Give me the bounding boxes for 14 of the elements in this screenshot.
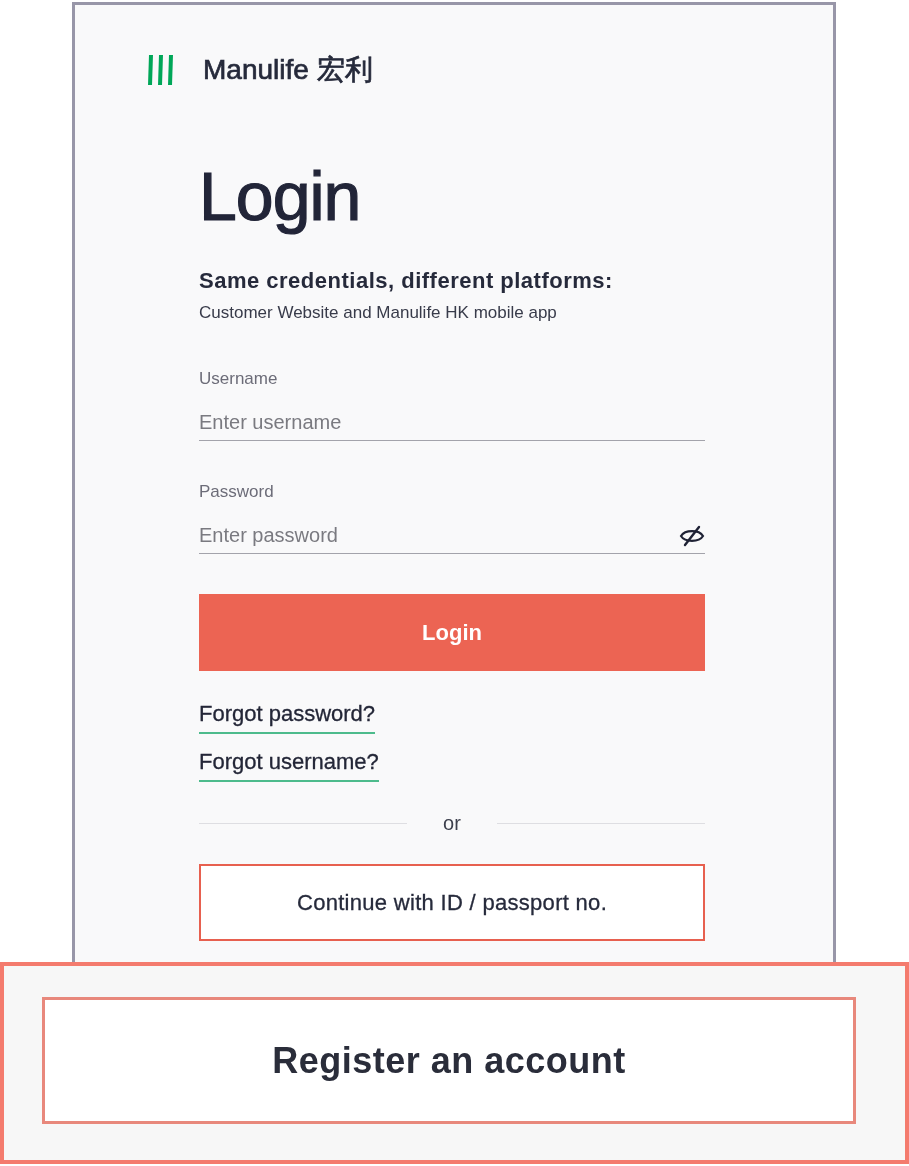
input-field[interactable]: Enter username	[199, 404, 705, 441]
password-field[interactable]: Enter password	[199, 517, 705, 554]
register-button[interactable]: Register an account	[42, 997, 856, 1124]
logo-icon	[146, 55, 176, 85]
logo-wordmark: Manulife 宏利	[203, 55, 373, 85]
forgot-link[interactable]: Forgot username?	[199, 749, 379, 782]
divider-text: or	[443, 811, 461, 835]
field-label: Password	[199, 481, 274, 503]
intro-heading: Same credentials, different platforms:	[199, 267, 613, 295]
id-passport-button[interactable]: Continue with ID / passport no.	[199, 864, 705, 941]
intro-text: Customer Website and Manulife HK mobile app	[199, 302, 557, 324]
field-label: Username	[199, 368, 278, 390]
eye-slash-icon[interactable]	[679, 525, 705, 547]
forgot-link[interactable]: Forgot password?	[199, 701, 376, 734]
